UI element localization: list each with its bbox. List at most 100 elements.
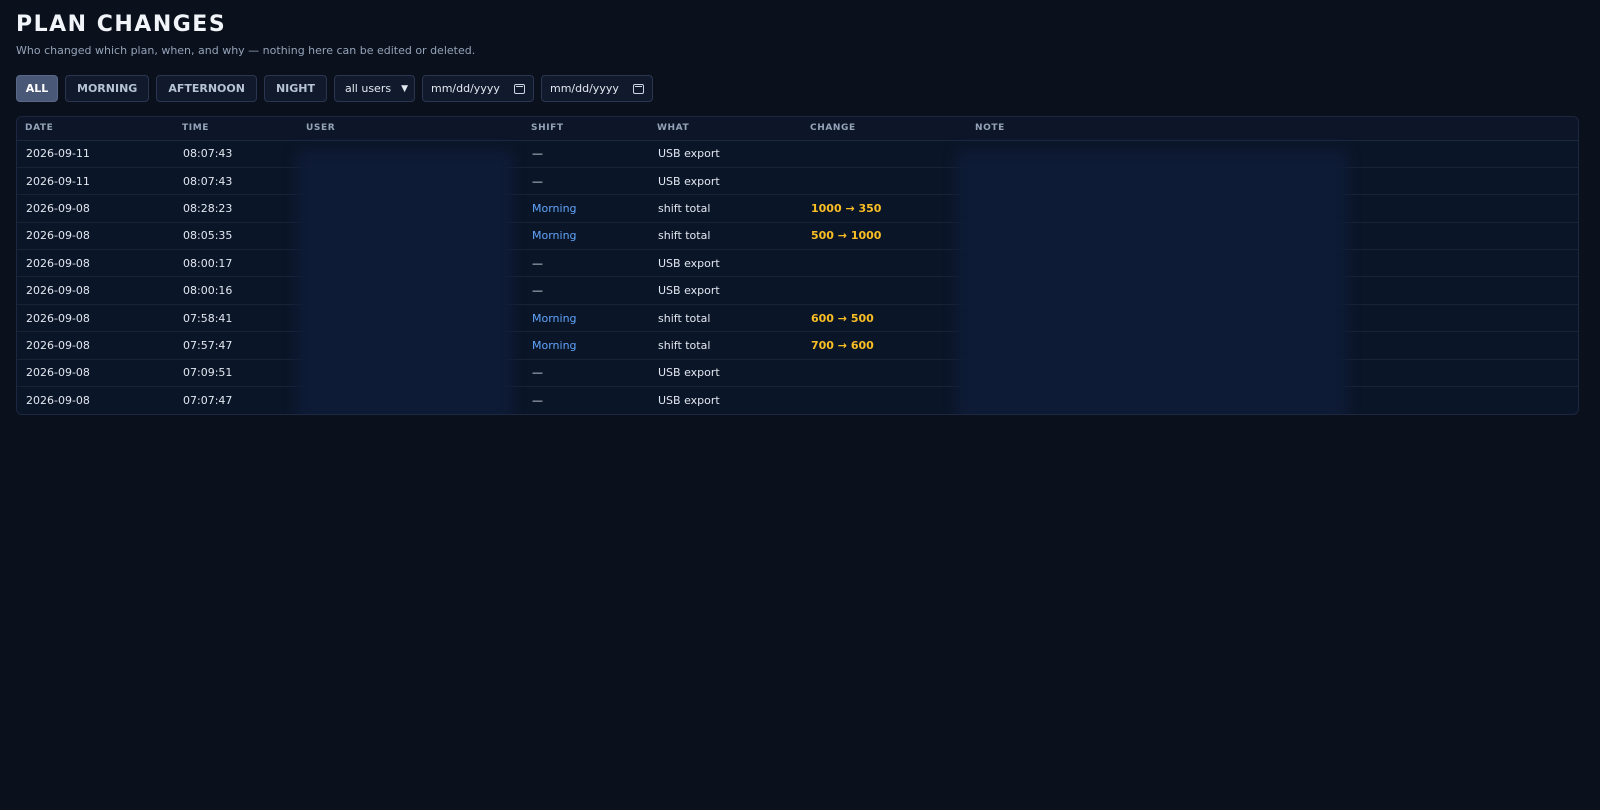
cell-shift: — [532,393,543,407]
cell-what: USB export [649,249,802,278]
cell-time: 08:07:43 [174,167,298,196]
cell-change: 700 → 600 [802,331,967,360]
page-subtitle: Who changed which plan, when, and why — … [16,44,476,57]
column-header-what[interactable]: WHAT [649,117,802,141]
user-select-value: all users [345,82,392,95]
calendar-icon[interactable] [514,83,525,94]
filter-all-button[interactable]: ALL [16,75,58,102]
cell-note [967,167,1578,196]
cell-what: USB export [658,393,720,407]
cell-note [967,276,1578,305]
cell-user [298,276,523,305]
date-from-input[interactable]: mm/dd/yyyy [422,75,534,102]
cell-shift: Morning [523,194,649,223]
filter-afternoon-button[interactable]: AFTERNOON [156,75,257,102]
cell-change [802,359,967,388]
cell-time: 08:00:16 [174,276,298,305]
cell-user [298,167,523,196]
cell-date: 2026-09-08 [17,276,174,305]
filter-night-button[interactable]: NIGHT [263,75,327,102]
calendar-icon[interactable] [633,83,644,94]
cell-shift: — [523,359,649,388]
cell-shift: — [523,249,649,278]
cell-time: 07:57:47 [174,331,298,360]
cell-note [967,140,1578,168]
table-body: 2026-09-11 08:07:43 — USB export 2026-09… [17,140,1578,414]
cell-shift: Morning [523,222,649,251]
cell-note [967,387,1578,414]
table-row[interactable]: 2026-09-08 08:28:23 Morning shift total … [17,194,1578,223]
date-from-placeholder: mm/dd/yyyy [431,82,500,95]
cell-time: 07:58:41 [174,304,298,333]
cell-time: 08:07:43 [174,140,298,168]
date-to-placeholder: mm/dd/yyyy [550,82,619,95]
table-row[interactable]: 2026-09-11 08:07:43 — USB export [17,140,1578,168]
cell-date: 2026-09-08 [17,359,174,388]
page-title: PLAN CHANGES [16,12,227,37]
cell-shift: Morning [523,304,649,333]
cell-change: 500 → 1000 [802,222,967,251]
column-header-user[interactable]: USER [298,117,523,141]
plan-changes-table: DATE TIME USER SHIFT WHAT CHANGE NOTE 20… [16,116,1579,415]
table-row[interactable]: 2026-09-11 08:07:43 — USB export [17,167,1578,196]
table-row[interactable]: 2026-09-08 07:57:47 Morning shift total … [17,331,1578,360]
cell-change [802,167,967,196]
cell-change [802,276,967,305]
cell-note [967,222,1578,251]
cell-user [298,331,523,360]
table-row[interactable]: 2026-09-08 08:00:17 — USB export [17,249,1578,278]
cell-what: shift total [649,331,802,360]
cell-what: USB export [649,276,802,305]
cell-shift: — [523,276,649,305]
cell-date: 2026-09-08 [17,222,174,251]
filter-morning-button[interactable]: MORNING [65,75,150,102]
cell-date: 2026-09-08 [26,393,90,407]
cell-date: 2026-09-08 [17,249,174,278]
cell-time: 08:00:17 [174,249,298,278]
cell-change [802,249,967,278]
cell-date: 2026-09-08 [17,331,174,360]
column-header-change[interactable]: CHANGE [802,117,967,141]
cell-what: USB export [649,359,802,388]
cell-change: 1000 → 350 [802,194,967,223]
plan-changes-page: PLAN CHANGES Who changed which plan, whe… [0,0,1600,427]
table-row[interactable]: 2026-09-08 07:07:47 — USB export [17,387,1578,414]
cell-date: 2026-09-08 [17,304,174,333]
cell-what: shift total [649,304,802,333]
column-header-time[interactable]: TIME [174,117,298,141]
cell-what: shift total [649,194,802,223]
cell-time: 08:28:23 [174,194,298,223]
cell-user [298,249,523,278]
table-row[interactable]: 2026-09-08 07:58:41 Morning shift total … [17,304,1578,333]
cell-note [967,249,1578,278]
cell-change [802,140,967,168]
cell-date: 2026-09-11 [17,140,174,168]
cell-what: USB export [649,167,802,196]
cell-user [298,387,523,414]
cell-note [967,359,1578,388]
cell-change [802,387,967,414]
cell-what: USB export [649,140,802,168]
cell-user [298,194,523,223]
user-select[interactable]: all users ▼ [334,75,415,102]
cell-change: 600 → 500 [802,304,967,333]
cell-user [298,140,523,168]
cell-user [298,222,523,251]
table-row[interactable]: 2026-09-08 07:09:51 — USB export [17,359,1578,388]
date-to-input[interactable]: mm/dd/yyyy [541,75,653,102]
cell-note [967,304,1578,333]
table-row[interactable]: 2026-09-08 08:05:35 Morning shift total … [17,222,1578,251]
cell-what: shift total [649,222,802,251]
cell-shift: — [523,167,649,196]
table-row[interactable]: 2026-09-08 08:00:16 — USB export [17,276,1578,305]
column-header-shift[interactable]: SHIFT [523,117,649,141]
cell-user [298,304,523,333]
cell-shift: Morning [523,331,649,360]
column-header-note[interactable]: NOTE [967,117,1578,141]
cell-date: 2026-09-11 [17,167,174,196]
cell-time: 07:09:51 [174,359,298,388]
table-header-row: DATE TIME USER SHIFT WHAT CHANGE NOTE [17,117,1578,141]
cell-time: 07:07:47 [183,393,233,407]
column-header-date[interactable]: DATE [17,117,174,141]
cell-time: 08:05:35 [174,222,298,251]
